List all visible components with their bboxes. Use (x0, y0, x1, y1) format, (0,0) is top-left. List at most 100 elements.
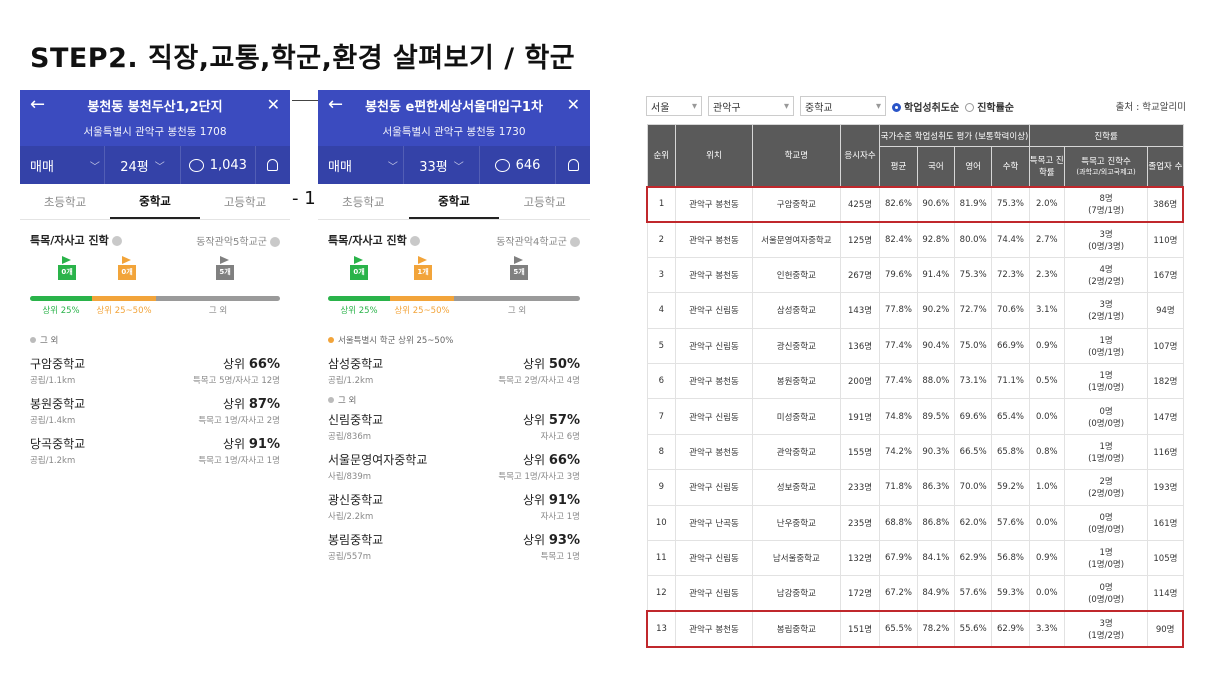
cell-rate: 2.3% (1028, 256, 1065, 294)
level-select[interactable]: 중학교 ▾ (800, 96, 886, 116)
tab-middle[interactable]: 중학교 (110, 184, 200, 219)
apartment-address: 서울특별시 관악구 봉천동 1730 (382, 126, 526, 138)
section-title: 특목/자사고 진학 (30, 234, 109, 247)
school-type: 공립/1.1km (30, 376, 76, 386)
list-item[interactable]: 봉원중학교 상위 87% 공립/1.4km 특목고 1명/자사고 2명 (20, 395, 290, 426)
special-count: 1명 (1099, 335, 1113, 346)
cell-rate: 0.5% (1028, 362, 1065, 400)
comments-button[interactable]: 646 (480, 146, 556, 184)
school-rank: 상위 91% (522, 493, 580, 508)
trade-type-select[interactable]: 매매 ﹀ (318, 146, 404, 184)
table-row[interactable]: 11 관악구 신림동 남서울중학교 132명 67.9% 84.1% 62.9% 56.8% 0… (646, 539, 1184, 577)
table-row[interactable]: 5 관악구 신림동 광신중학교 136명 77.4% 90.4% 75.0% 66.9% 0.9… (646, 327, 1184, 364)
cell-avg: 65.5% (879, 610, 918, 648)
comments-button[interactable]: 1,043 (181, 146, 256, 184)
notification-button[interactable] (256, 146, 290, 184)
list-item[interactable]: 신림중학교 상위 57% 공립/836m 자사고 6명 (318, 411, 590, 442)
cell-kor: 78.2% (916, 610, 956, 648)
cell-rank: 1 (646, 185, 677, 223)
cell-graduates: 94명 (1147, 292, 1184, 329)
school-type: 공립/1.2km (30, 456, 76, 466)
cell-school: 성보중학교 (751, 469, 841, 506)
cell-math: 65.4% (991, 398, 1030, 435)
table-row[interactable]: 10 관악구 난곡동 난우중학교 235명 68.8% 86.8% 62.0% 57.6% 0.… (646, 504, 1184, 541)
table-row[interactable]: 13 관악구 봉천동 봉림중학교 151명 65.5% 78.2% 55.6% 62.9% 3.… (646, 610, 1185, 648)
trade-type-select[interactable]: 매매 ﹀ (20, 146, 106, 184)
table-row[interactable]: 12 관악구 신림동 남강중학교 172명 67.2% 84.9% 57.6% 59.3% 0.… (646, 575, 1184, 612)
cell-school: 미성중학교 (751, 398, 841, 435)
table-row[interactable]: 3 관악구 봉천동 인헌중학교 267명 79.6% 91.4% 75.3% 72.3% 2.3… (646, 256, 1184, 294)
cell-math: 62.9% (991, 610, 1030, 648)
school-name: 신림중학교 (328, 413, 384, 427)
table-row[interactable]: 9 관악구 신림동 성보중학교 233명 71.8% 86.3% 70.0% 59.2% 1.0… (646, 469, 1184, 506)
table-row[interactable]: 4 관악구 신림동 삼성중학교 143명 77.8% 90.2% 72.7% 70.6% 3.1… (646, 292, 1184, 329)
special-count-breakdown: (1명/0명) (1088, 383, 1125, 394)
list-item[interactable]: 구암중학교 상위 66% 공립/1.1km 특목고 5명/자사고 12명 (20, 355, 290, 386)
school-detail: 특목고 5명/자사고 12명 (192, 376, 280, 386)
size-select[interactable]: 24평 ﹀ (105, 146, 181, 184)
flag-icon: 0개 (118, 256, 136, 290)
list-item[interactable]: 광신중학교 상위 91% 사립/2.2km 자사고 1명 (318, 491, 590, 522)
list-item[interactable]: 당곡중학교 상위 91% 공립/1.2km 특목고 1명/자사고 1명 (20, 435, 290, 466)
cell-avg: 67.9% (879, 539, 918, 577)
radio-on-icon (892, 102, 901, 112)
list-item[interactable]: 봉림중학교 상위 93% 공립/557m 특목고 1명 (318, 531, 590, 562)
cell-loc: 관악구 봉천동 (675, 185, 753, 223)
size-select[interactable]: 33평 ﹀ (404, 146, 480, 184)
cell-students: 132명 (839, 539, 881, 577)
region-select[interactable]: 서울 ▾ (646, 96, 702, 116)
bar-labels: 상위 25% 상위 25~50% 그 외 (30, 304, 280, 316)
tab-elementary[interactable]: 초등학교 (20, 184, 110, 219)
table-row[interactable]: 8 관악구 봉천동 관악중학교 155명 74.2% 90.3% 66.5% 65.8% 0.8… (646, 433, 1184, 471)
tab-middle[interactable]: 중학교 (408, 184, 500, 219)
cell-special-count: 0명 (0명/0명) (1063, 575, 1149, 612)
cell-loc: 관악구 난곡동 (675, 504, 753, 541)
tab-high[interactable]: 고등학교 (200, 184, 290, 219)
special-count-breakdown: (2명/1명) (1088, 312, 1125, 323)
cell-eng: 69.6% (953, 398, 993, 435)
flag-count: 0개 (118, 265, 136, 280)
options-bar: 매매 ﹀ 33평 ﹀ 646 (318, 146, 590, 184)
school-name: 서울문영여자중학교 (328, 453, 428, 467)
table-row[interactable]: 2 관악구 봉천동 서울문영여자중학교 125명 82.4% 92.8% 80.0% 74.4… (646, 221, 1184, 258)
bar-top25 (30, 296, 92, 301)
special-count-breakdown: (2명/2명) (1088, 276, 1125, 287)
tab-elementary[interactable]: 초등학교 (318, 184, 409, 219)
options-bar: 매매 ﹀ 24평 ﹀ 1,043 (20, 146, 290, 184)
cell-avg: 68.8% (879, 504, 918, 541)
help-icon[interactable] (270, 236, 280, 247)
table-row[interactable]: 7 관악구 신림동 미성중학교 191명 74.8% 89.5% 69.6% 65.4% 0.0… (646, 398, 1184, 435)
school-district: 동작관악4학교군 (496, 236, 567, 248)
bar-label: 그 외 (507, 306, 527, 316)
list-item[interactable]: 삼성중학교 상위 50% 공립/1.2km 특목고 2명/자사고 4명 (318, 355, 590, 386)
school-rank: 상위 66% (522, 453, 580, 468)
sort-radio-admission[interactable]: 진학률순 (965, 99, 1014, 114)
close-icon[interactable]: ✕ (567, 95, 580, 114)
school-detail: 자사고 6명 (540, 432, 580, 442)
list-item[interactable]: 서울문영여자중학교 상위 66% 사립/839m 특목고 1명/자사고 3명 (318, 451, 590, 482)
cell-special-count: 8명 (7명/1명) (1063, 185, 1149, 223)
sort-radio-achievement[interactable]: 학업성취도순 (892, 99, 959, 114)
district-select[interactable]: 관악구 ▾ (708, 96, 794, 116)
table-row[interactable]: 6 관악구 봉천동 봉원중학교 200명 77.4% 88.0% 73.1% 71.1% 0.5… (646, 362, 1184, 400)
help-icon[interactable] (409, 236, 420, 246)
table-row[interactable]: 1 관악구 봉천동 구암중학교 425명 82.6% 90.6% 81.9% 75.3% 2.0… (646, 185, 1185, 223)
notification-button[interactable] (556, 146, 590, 184)
cell-students: 233명 (839, 469, 881, 506)
cell-students: 151명 (839, 610, 881, 648)
cell-students: 155명 (839, 433, 881, 471)
cell-rank: 5 (646, 327, 677, 364)
help-icon[interactable] (111, 236, 122, 246)
cell-math: 66.9% (991, 327, 1030, 364)
cell-special-count: 1명 (1명/0명) (1063, 539, 1149, 577)
close-icon[interactable]: ✕ (267, 95, 280, 114)
apartment-panel-2: ← 봉천동 e편한세상서울대입구1차 ✕ 서울특별시 관악구 봉천동 1730 … (318, 90, 590, 562)
cell-rate: 0.9% (1028, 539, 1065, 577)
special-count-breakdown: (2명/0명) (1088, 489, 1125, 500)
help-icon[interactable] (570, 236, 580, 247)
apartment-address: 서울특별시 관악구 봉천동 1708 (83, 126, 227, 138)
rank-bar (30, 296, 280, 301)
tab-high[interactable]: 고등학교 (499, 184, 590, 219)
special-count: 1명 (1099, 371, 1113, 382)
school-name: 광신중학교 (328, 493, 384, 507)
